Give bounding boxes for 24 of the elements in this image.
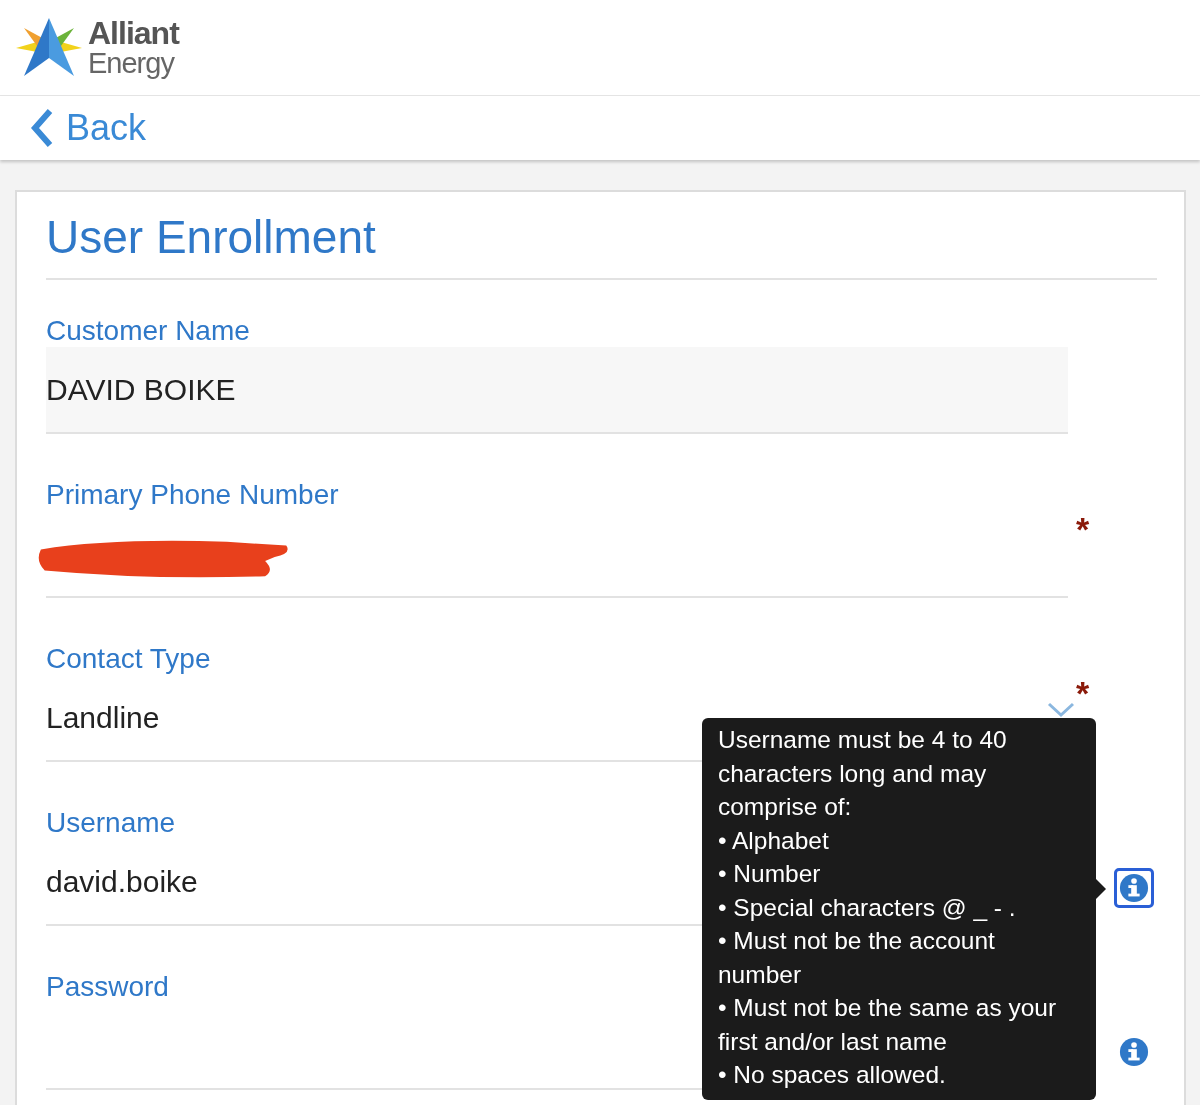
tooltip-item: • Number <box>718 859 822 889</box>
tooltip-item: • Alphabet <box>718 825 830 856</box>
brand-name: Energy <box>88 47 176 78</box>
tooltip-text: Username must be 4 to 40 characters long and may comprise of: <box>718 725 1008 822</box>
field-label: Primary Phone Number <box>46 478 339 512</box>
required-mark: * <box>1076 676 1091 710</box>
info-button[interactable] <box>1114 868 1154 908</box>
field-label: Password <box>46 970 169 1004</box>
page-title: User Enrollment <box>46 192 1157 280</box>
required-mark: * <box>1076 512 1091 546</box>
name-field: DAVID BOIKE <box>46 347 1068 432</box>
back-link[interactable]: Back <box>30 107 147 149</box>
tooltip-item: • Must not be the account number <box>718 926 996 990</box>
chevron-left-icon <box>30 108 54 148</box>
brand-name: Alliant <box>88 17 179 48</box>
tooltip-item: • Must not be the same as your first and/or last name <box>718 993 1058 1057</box>
info-icon <box>1119 1036 1149 1068</box>
field-label: Customer Name <box>46 314 250 348</box>
info-icon <box>1119 872 1149 904</box>
caret-icon <box>1046 701 1076 719</box>
tooltip-item: • No spaces allowed. <box>718 1060 947 1090</box>
field-label: Contact Type <box>46 642 211 676</box>
field-label: Username <box>46 806 176 840</box>
tooltip-item: • Special characters @ _ - . <box>718 892 1017 923</box>
